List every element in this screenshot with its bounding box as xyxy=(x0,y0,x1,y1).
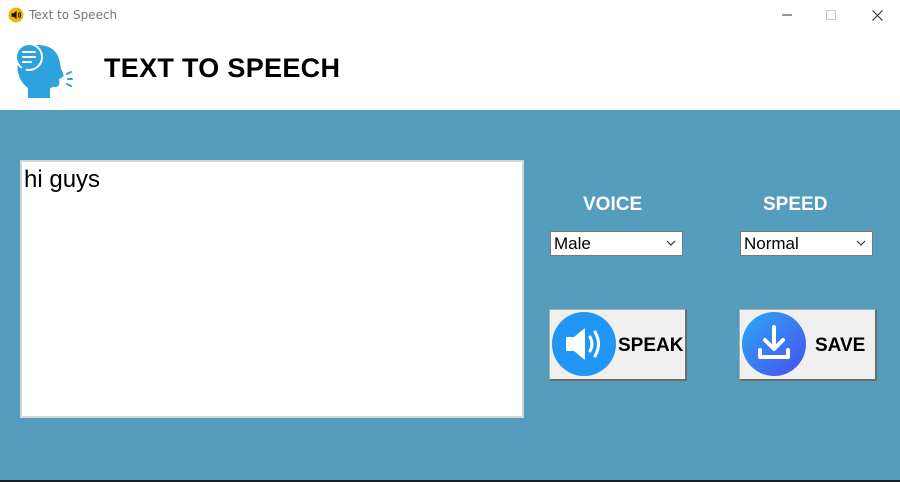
maximize-button[interactable] xyxy=(808,0,854,30)
page-title: TEXT TO SPEECH xyxy=(104,53,341,83)
text-input[interactable]: hi guys xyxy=(20,160,524,418)
main-panel: hi guys VOICE SPEED Male Normal SPEAK SA… xyxy=(0,110,900,480)
voice-select[interactable]: Male xyxy=(550,231,683,256)
save-label: SAVE xyxy=(815,335,866,356)
maximize-icon xyxy=(826,10,836,20)
app-header: TEXT TO SPEECH xyxy=(0,30,900,110)
voice-label: VOICE xyxy=(583,194,643,215)
download-icon xyxy=(742,312,806,376)
speak-label: SPEAK xyxy=(618,335,684,356)
speaking-head-icon xyxy=(15,43,73,98)
title-bar: Text to Speech xyxy=(0,0,900,30)
minimize-icon xyxy=(782,14,792,16)
speed-select[interactable]: Normal xyxy=(740,231,873,256)
speaker-icon xyxy=(552,312,616,376)
speed-selected-value: Normal xyxy=(744,234,799,253)
close-button[interactable] xyxy=(854,0,900,30)
chevron-down-icon xyxy=(856,240,866,246)
speed-label: SPEED xyxy=(763,194,828,215)
voice-selected-value: Male xyxy=(554,234,591,253)
close-icon xyxy=(871,9,883,21)
window-title: Text to Speech xyxy=(29,8,118,22)
save-button[interactable]: SAVE xyxy=(739,309,877,381)
minimize-button[interactable] xyxy=(764,0,810,30)
speak-button[interactable]: SPEAK xyxy=(549,309,687,381)
app-speaker-icon xyxy=(8,7,24,23)
chevron-down-icon xyxy=(666,240,676,246)
